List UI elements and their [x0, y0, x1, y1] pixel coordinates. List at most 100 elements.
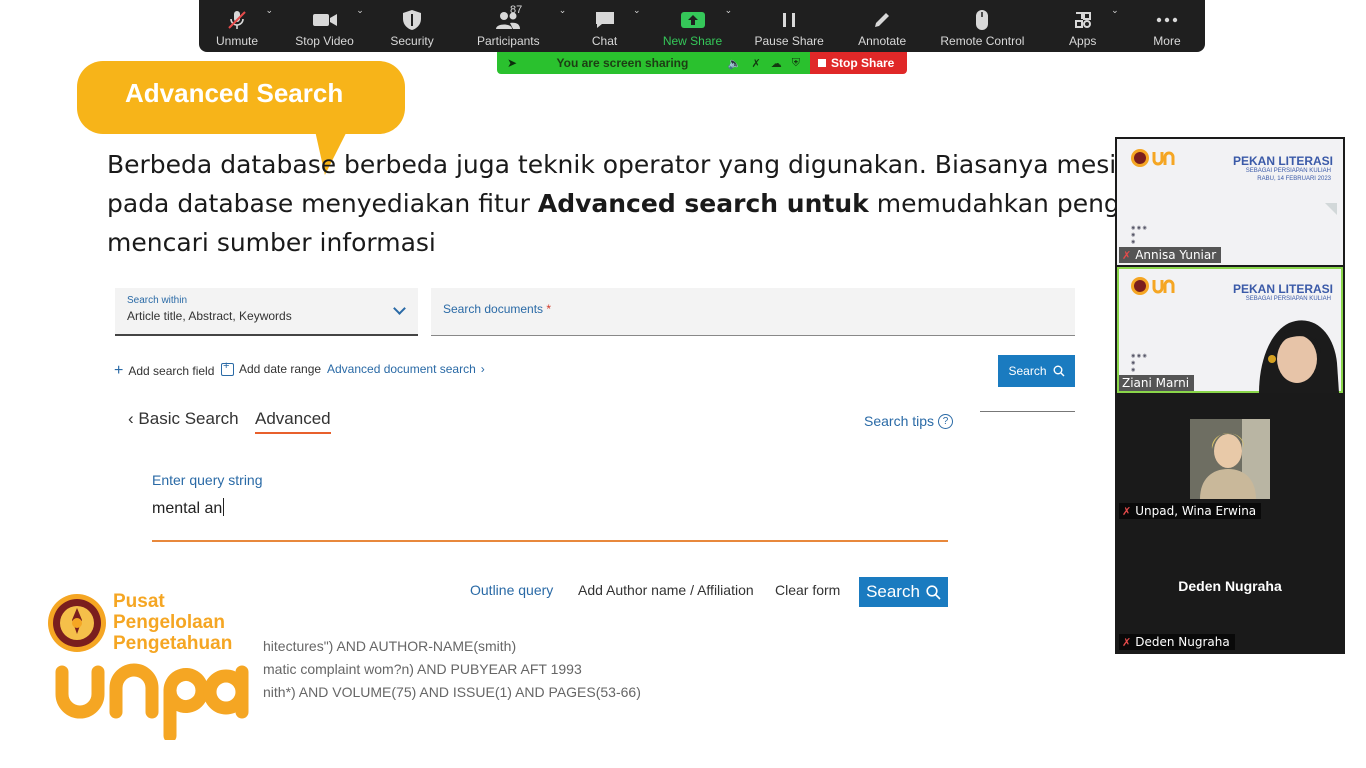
annotate-button[interactable]: Annotate — [850, 0, 914, 52]
stop-share-button[interactable]: Stop Share — [810, 52, 907, 74]
chevron-left-icon: ‹ — [128, 409, 134, 428]
query-example: hitectures") AND AUTHOR-NAME(smith) — [263, 638, 517, 654]
unpad-logo — [1131, 149, 1175, 167]
pin-icon[interactable]: ➤ — [507, 56, 517, 70]
security-button[interactable]: Security — [380, 0, 444, 52]
advanced-document-search-link[interactable]: Advanced document search › — [327, 362, 485, 376]
participant-name: Ziani Marni — [1122, 376, 1190, 390]
unpad-seal-icon — [48, 594, 106, 652]
query-input-underline — [152, 540, 948, 542]
participant-tile[interactable]: PEKAN LITERASI SEBAGAI PERSIAPAN KULIAH … — [1117, 139, 1343, 265]
query-example: nith*) AND VOLUME(75) AND ISSUE(1) AND P… — [263, 684, 641, 700]
share-status-text: You are screen sharing — [556, 56, 689, 70]
plus-icon: + — [114, 362, 124, 379]
chevron-down-icon[interactable]: ⌄ — [356, 6, 364, 16]
add-date-range-label: Add date range — [239, 362, 322, 376]
paragraph-line-2: pada database menyediakan fitur Advanced… — [107, 184, 1117, 223]
mini-slide-subtitle-text: SEBAGAI PERSIAPAN KULIAH — [1245, 168, 1331, 174]
logo-line-1: Pusat — [113, 591, 165, 612]
mic-off-icon — [226, 6, 248, 34]
chat-label: Chat — [591, 34, 618, 48]
chevron-down-icon[interactable]: ⌄ — [725, 6, 733, 16]
unpad-wordmark — [55, 663, 249, 740]
participant-name: Deden Nugraha — [1135, 635, 1230, 649]
chevron-right-icon: › — [480, 362, 485, 376]
cloud-icon[interactable]: ☁ — [771, 57, 782, 70]
search-tips-label: Search tips — [864, 413, 935, 429]
participant-tile[interactable]: ✗ Unpad, Wina Erwina — [1117, 395, 1343, 521]
paragraph-line-1: Berbeda database berbeda juga teknik ope… — [107, 150, 1117, 179]
chevron-down-icon[interactable]: ⌄ — [265, 6, 273, 16]
search-button-label: Search — [1008, 364, 1047, 378]
title-speech-bubble: Advanced Search — [77, 61, 405, 134]
more-dots-icon — [1156, 6, 1178, 34]
mouse-icon — [974, 6, 990, 34]
search-within-dropdown[interactable]: Search within Article title, Abstract, K… — [115, 288, 418, 336]
chat-icon — [594, 6, 616, 34]
query-string-input[interactable]: mental an — [152, 498, 224, 518]
shield-icon[interactable]: ⛨ — [792, 57, 800, 70]
unpad-logo — [1131, 277, 1175, 295]
share-status[interactable]: ➤ You are screen sharing 🔈 ✗ ☁ ⛨ — [497, 52, 810, 74]
chevron-down-icon[interactable]: ⌄ — [633, 6, 641, 16]
remote-control-button[interactable]: Remote Control — [934, 0, 1030, 52]
chat-button[interactable]: ⌄ Chat — [573, 0, 641, 52]
participant-display-name: Deden Nugraha — [1178, 578, 1282, 594]
search-within-label: Search within — [127, 295, 188, 306]
outline-query-link[interactable]: Outline query — [470, 582, 553, 598]
chevron-down-icon[interactable]: ⌄ — [559, 6, 567, 16]
participant-tile-active[interactable]: PEKAN LITERASI SEBAGAI PERSIAPAN KULIAH … — [1117, 267, 1343, 393]
mic-off-icon: ✗ — [1122, 248, 1132, 262]
mic-off-icon[interactable]: ✗ — [752, 57, 761, 70]
mini-social-links: ◉ ◉ ◉ ◉ ◉ — [1131, 353, 1147, 373]
add-author-affiliation-link[interactable]: Add Author name / Affiliation — [578, 582, 754, 598]
participant-name-tag: ✗ Unpad, Wina Erwina — [1119, 503, 1262, 519]
logo-line-2: Pengelolaan — [113, 612, 225, 633]
more-button[interactable]: More — [1135, 0, 1199, 52]
advanced-search-button[interactable]: Search — [859, 577, 948, 607]
clear-form-link[interactable]: Clear form — [775, 582, 840, 598]
remote-control-label: Remote Control — [940, 34, 1025, 48]
chevron-down-icon[interactable]: ⌄ — [1111, 6, 1119, 16]
stop-video-label: Stop Video — [295, 34, 354, 48]
annotate-label: Annotate — [858, 34, 907, 48]
speaker-icon[interactable]: 🔈 — [728, 57, 742, 70]
slide-paragraph: Berbeda database berbeda juga teknik ope… — [107, 145, 1117, 265]
participants-button[interactable]: 87 ⌄ Participants — [464, 0, 566, 52]
slide-title: Advanced Search — [125, 78, 344, 108]
add-search-field-link[interactable]: + Add search field — [114, 362, 214, 380]
pause-share-button[interactable]: Pause Share — [748, 0, 829, 52]
apps-icon — [1073, 6, 1093, 34]
more-label: More — [1153, 34, 1181, 48]
logo-text: Pusat Pengelolaan Pengetahuan — [113, 591, 232, 654]
participant-name-tag: ✗ Annisa Yuniar — [1119, 247, 1222, 263]
mini-social-links: ◉ ◉ ◉ ◉ ◉ — [1131, 225, 1147, 245]
search-documents-input[interactable]: Search documents * — [431, 288, 1075, 336]
query-field-label: Enter query string — [152, 472, 263, 488]
stop-video-button[interactable]: ⌄ Stop Video — [289, 0, 364, 52]
pause-icon — [780, 6, 798, 34]
decoration-icon — [1325, 203, 1337, 215]
calendar-icon — [221, 360, 234, 376]
mini-slide-title-text: PEKAN LITERASI — [1232, 154, 1333, 168]
paragraph-line-3: mencari sumber informasi — [107, 228, 436, 257]
add-date-range-link[interactable]: Add date range — [221, 360, 322, 376]
search-button[interactable]: Search — [998, 355, 1075, 387]
unmute-label: Unmute — [215, 34, 259, 48]
apps-button[interactable]: ⌄ Apps — [1051, 0, 1119, 52]
participants-video-panel: PEKAN LITERASI SEBAGAI PERSIAPAN KULIAH … — [1115, 137, 1345, 654]
participants-label: Participants — [476, 34, 540, 48]
paragraph-line-2-start: pada database menyediakan fitur — [107, 189, 538, 218]
new-share-button[interactable]: ⌄ New Share — [657, 0, 732, 52]
apps-label: Apps — [1069, 34, 1097, 48]
security-label: Security — [390, 34, 434, 48]
search-tips-link[interactable]: Search tips ? — [864, 413, 954, 429]
tab-advanced[interactable]: Advanced — [255, 409, 331, 434]
basic-search-link[interactable]: ‹ Basic Search — [128, 409, 239, 429]
mini-slide-subtitle: SEBAGAI PERSIAPAN KULIAH RABU, 14 FEBRUA… — [1246, 167, 1331, 183]
mic-off-icon: ✗ — [1122, 504, 1132, 518]
query-example: matic complaint wom?n) AND PUBYEAR AFT 1… — [263, 661, 582, 677]
divider — [980, 411, 1075, 412]
unmute-button[interactable]: ⌄ Unmute — [205, 0, 273, 52]
zoom-meeting-toolbar: ⌄ Unmute ⌄ Stop Video Security 87 ⌄ Part… — [199, 0, 1205, 52]
